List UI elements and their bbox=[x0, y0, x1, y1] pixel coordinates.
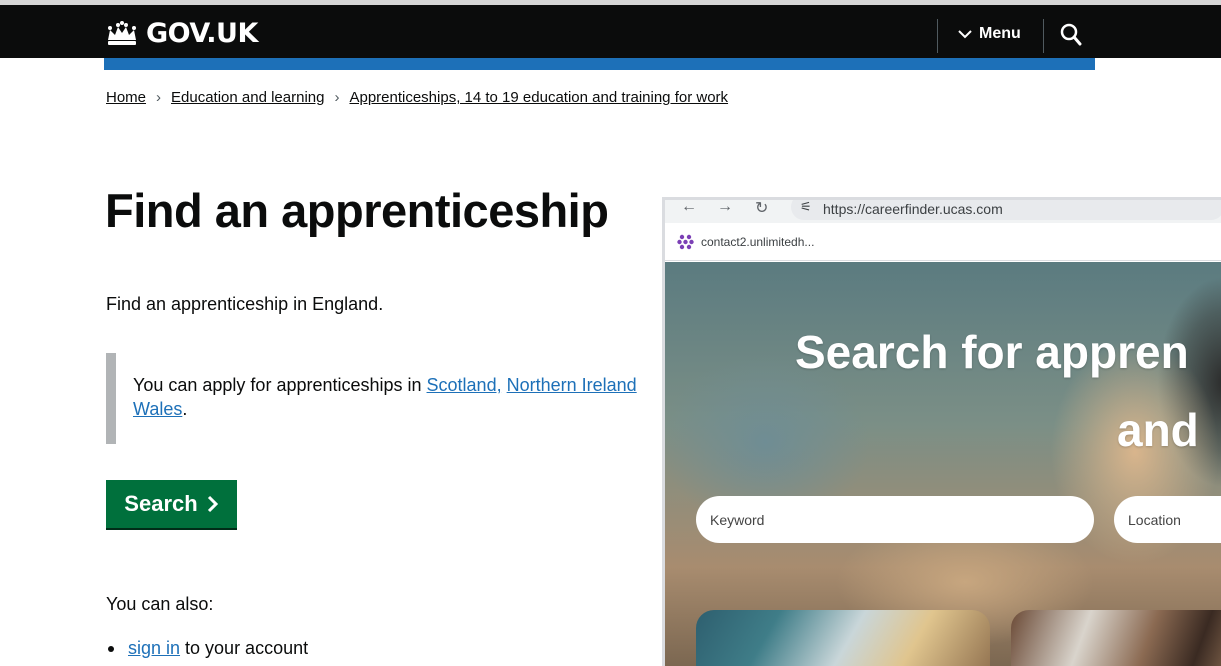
reload-icon[interactable]: ↻ bbox=[755, 200, 768, 218]
bookmark-label[interactable]: contact2.unlimitedh... bbox=[701, 235, 814, 249]
search-divider bbox=[1043, 19, 1044, 53]
chevron-right-icon bbox=[207, 495, 218, 513]
crown-icon bbox=[108, 20, 136, 45]
breadcrumb-education[interactable]: Education and learning bbox=[171, 89, 324, 106]
back-arrow-icon[interactable]: ← bbox=[681, 200, 697, 216]
browser-toolbar: ← → ↻ ⚟ https://careerfinder.ucas.com bbox=[665, 200, 1221, 223]
page-title: Find an apprenticeship bbox=[105, 184, 609, 237]
list-item: sign in to your account bbox=[106, 638, 308, 659]
breadcrumb-apprenticeships[interactable]: Apprenticeships, 14 to 19 education and … bbox=[349, 89, 728, 106]
hero-title-line2: and bbox=[1117, 404, 1199, 456]
forward-arrow-icon[interactable]: → bbox=[717, 200, 733, 216]
breadcrumb-home[interactable]: Home bbox=[106, 89, 146, 106]
govuk-logo-text: GOV.UK bbox=[146, 18, 258, 49]
scotland-link[interactable]: Scotland, bbox=[427, 375, 502, 395]
also-label: You can also: bbox=[106, 594, 214, 614]
hero-title-line1: Search for appren bbox=[795, 326, 1189, 378]
chevron-right-icon: › bbox=[334, 89, 340, 106]
wales-link[interactable]: Wales bbox=[133, 399, 182, 419]
govuk-header: GOV.UK Menu bbox=[0, 0, 1221, 58]
govuk-logo-link[interactable]: GOV.UK bbox=[104, 18, 258, 49]
search-button-label: Search bbox=[124, 491, 198, 516]
chevron-right-icon: › bbox=[156, 89, 162, 106]
menu-divider bbox=[937, 19, 938, 53]
location-input[interactable] bbox=[1114, 496, 1221, 543]
menu-label: Menu bbox=[979, 25, 1021, 42]
inset-text: You can apply for apprenticeships in Sco… bbox=[106, 353, 706, 444]
header-blue-bar bbox=[104, 58, 1095, 70]
lead-paragraph: Find an apprenticeship in England. bbox=[106, 294, 384, 314]
bullet-icon bbox=[108, 645, 114, 652]
bookmark-favicon-icon[interactable] bbox=[677, 233, 694, 250]
address-url[interactable]: https://careerfinder.ucas.com bbox=[823, 201, 1003, 217]
search-button[interactable]: Search bbox=[106, 480, 237, 528]
embedded-browser-screenshot: ← → ↻ ⚟ https://careerfinder.ucas.com co… bbox=[662, 197, 1221, 666]
keyword-input[interactable] bbox=[696, 496, 1094, 543]
search-icon[interactable] bbox=[1060, 22, 1082, 48]
hero-banner: Search for appren and bbox=[665, 262, 1221, 666]
inset-prefix: You can apply for apprenticeships in bbox=[133, 375, 427, 395]
menu-button[interactable]: Menu bbox=[958, 25, 1021, 43]
inset-suffix: . bbox=[182, 399, 188, 420]
northern-ireland-link[interactable]: Northern Ireland bbox=[507, 375, 637, 395]
site-settings-icon[interactable]: ⚟ bbox=[800, 200, 812, 215]
list-item-text: to your account bbox=[185, 638, 309, 658]
category-card-image[interactable] bbox=[696, 610, 990, 666]
bookmarks-bar: contact2.unlimitedh... bbox=[665, 223, 1221, 261]
category-card-image[interactable] bbox=[1011, 610, 1221, 666]
sign-in-link[interactable]: sign in bbox=[128, 638, 180, 659]
breadcrumb: Home › Education and learning › Apprenti… bbox=[106, 89, 728, 106]
chevron-down-icon bbox=[958, 30, 972, 39]
